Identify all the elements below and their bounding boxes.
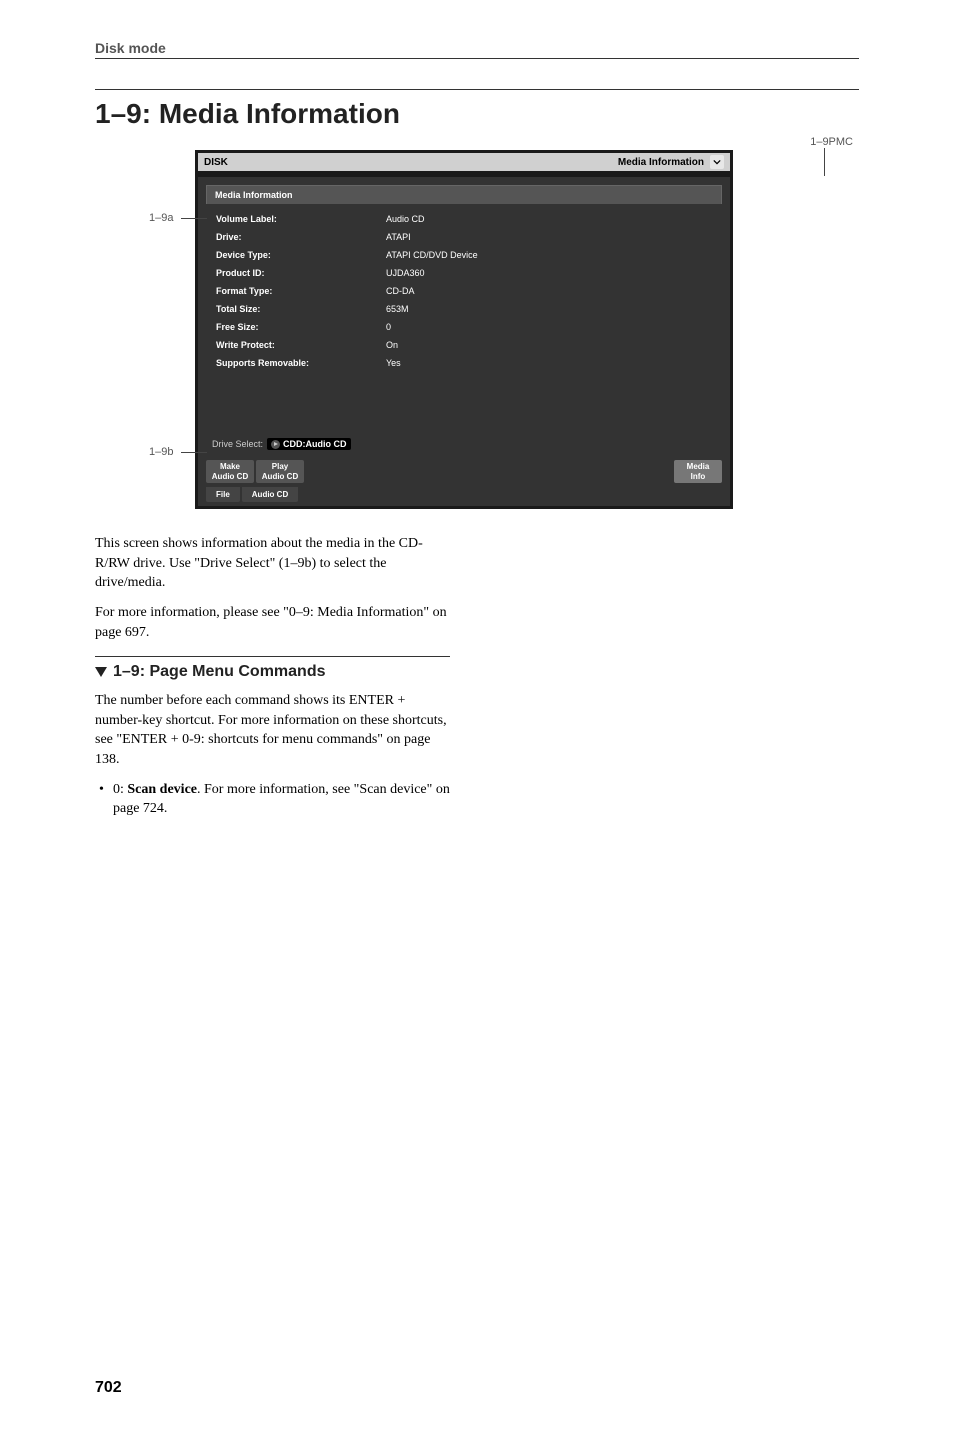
info-value: 653M — [386, 304, 712, 314]
callout-line-a — [181, 218, 207, 219]
info-row: Total Size:653M — [216, 300, 712, 318]
tab-media-information[interactable]: Media Information — [206, 185, 722, 204]
info-value: 0 — [386, 322, 712, 332]
bullet-item: 0: Scan device. For more information, se… — [95, 780, 450, 819]
info-row: Product ID:UJDA360 — [216, 264, 712, 282]
callout-line-b — [181, 452, 207, 453]
info-label: Free Size: — [216, 322, 386, 332]
info-row: Format Type:CD-DA — [216, 282, 712, 300]
info-row: Free Size:0 — [216, 318, 712, 336]
menu-chevron-button[interactable] — [710, 155, 724, 169]
info-label: Total Size: — [216, 304, 386, 314]
info-value: Yes — [386, 358, 712, 368]
info-value: On — [386, 340, 712, 350]
screenshot-panel: DISK Media Information Media Information… — [195, 150, 733, 509]
info-row: Device Type:ATAPI CD/DVD Device — [216, 246, 712, 264]
section-title: 1–9: Media Information — [95, 98, 859, 130]
info-label: Drive: — [216, 232, 386, 242]
screen-titlebar: DISK Media Information — [198, 153, 730, 171]
lower-tab-audio-cd[interactable]: Audio CD — [242, 487, 298, 502]
subsection-title: 1–9: Page Menu Commands — [95, 663, 859, 681]
info-value: UJDA360 — [386, 268, 712, 278]
callout-left-b: 1–9b — [149, 446, 173, 458]
info-label: Device Type: — [216, 250, 386, 260]
subsection-paragraph: The number before each command shows its… — [95, 691, 450, 769]
tab-play-audio-cd[interactable]: Play Audio CD — [256, 460, 304, 483]
screen-title-left: DISK — [204, 157, 228, 168]
screen-title-right: Media Information — [618, 157, 704, 168]
bullet-bold: Scan device — [127, 782, 197, 797]
callout-top: 1–9PMC — [810, 136, 853, 148]
subsection-title-text: 1–9: Page Menu Commands — [113, 663, 326, 681]
tab-make-audio-cd[interactable]: Make Audio CD — [206, 460, 254, 483]
bullet-prefix: 0: — [113, 782, 127, 797]
info-row: Write Protect:On — [216, 336, 712, 354]
info-row: Drive:ATAPI — [216, 228, 712, 246]
info-label: Format Type: — [216, 286, 386, 296]
info-label: Supports Removable: — [216, 358, 386, 368]
callout-left-a: 1–9a — [149, 212, 173, 224]
page-number: 702 — [95, 1379, 859, 1397]
tab-media-info[interactable]: Media Info — [674, 460, 722, 483]
drive-select-button[interactable]: CDD:Audio CD — [267, 438, 351, 450]
header-mode: Disk mode — [95, 40, 166, 56]
info-row: Supports Removable:Yes — [216, 354, 712, 372]
chevron-down-icon — [713, 158, 721, 166]
info-row: Volume Label:Audio CD — [216, 210, 712, 228]
info-label: Write Protect: — [216, 340, 386, 350]
info-value: ATAPI — [386, 232, 712, 242]
drive-select-label: Drive Select: — [212, 439, 263, 449]
info-value: CD-DA — [386, 286, 712, 296]
triangle-down-icon — [95, 667, 107, 677]
info-panel: Volume Label:Audio CD Drive:ATAPI Device… — [206, 204, 722, 432]
info-value: ATAPI CD/DVD Device — [386, 250, 712, 260]
info-value: Audio CD — [386, 214, 712, 224]
body-paragraph-2: For more information, please see "0–9: M… — [95, 603, 450, 642]
body-paragraph-1: This screen shows information about the … — [95, 534, 450, 593]
callout-top-line — [824, 148, 825, 176]
info-label: Product ID: — [216, 268, 386, 278]
info-label: Volume Label: — [216, 214, 386, 224]
drive-select-row: Drive Select: CDD:Audio CD — [206, 432, 722, 456]
drive-select-value: CDD:Audio CD — [283, 439, 347, 449]
lower-tab-file[interactable]: File — [206, 487, 240, 502]
play-icon — [271, 440, 280, 449]
